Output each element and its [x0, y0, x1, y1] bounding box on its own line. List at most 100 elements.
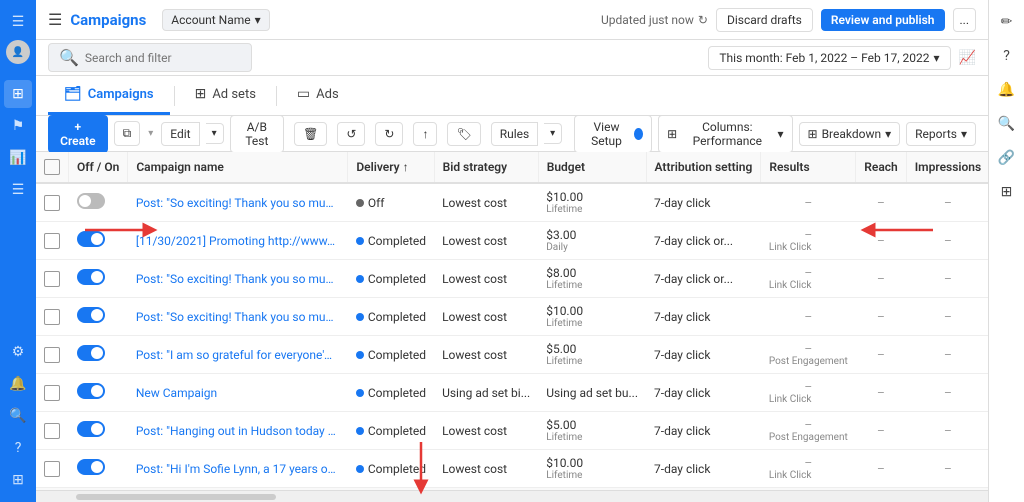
share-button[interactable]: ↑: [413, 122, 437, 146]
row-impressions-4: –: [906, 336, 988, 374]
undo-button[interactable]: ↺: [337, 122, 365, 146]
tag-button[interactable]: 🏷: [447, 122, 480, 146]
nav-grid-icon[interactable]: ⊞: [4, 80, 32, 108]
row-toggle-6[interactable]: [69, 412, 128, 450]
toggle-2[interactable]: [77, 269, 105, 285]
rules-button[interactable]: Rules: [491, 122, 538, 146]
row-checkbox-5[interactable]: [44, 385, 60, 401]
edit-button[interactable]: Edit: [161, 122, 199, 146]
search-input[interactable]: [85, 51, 241, 65]
nav-search-nav-icon[interactable]: 🔍: [4, 402, 32, 430]
row-toggle-5[interactable]: [69, 374, 128, 412]
th-impressions: Impressions: [906, 152, 988, 183]
nav-flag-icon[interactable]: ⚑: [4, 112, 32, 140]
top-bar: ☰ Campaigns Account Name ▾ Updated just …: [36, 0, 988, 40]
tab-adsets[interactable]: ⊞ Ad sets: [179, 76, 272, 115]
row-toggle-0[interactable]: [69, 183, 128, 222]
reports-button[interactable]: Reports ▾: [906, 122, 976, 146]
row-toggle-4[interactable]: [69, 336, 128, 374]
row-toggle-2[interactable]: [69, 260, 128, 298]
duplicate-button[interactable]: ⧉: [114, 121, 141, 146]
rs-link-icon[interactable]: 🔗: [993, 144, 1021, 172]
row-select-5: [36, 374, 69, 412]
nav-settings-icon[interactable]: ⚙: [4, 338, 32, 366]
nav-apps-icon[interactable]: ⊞: [4, 466, 32, 494]
row-results-3: –: [761, 298, 856, 336]
row-checkbox-0[interactable]: [44, 195, 60, 211]
row-name-7[interactable]: Post: "Hi I'm Sofie Lynn, a 17 years old…: [128, 450, 348, 488]
discard-button[interactable]: Discard drafts: [716, 8, 813, 32]
ab-test-button[interactable]: A/B Test: [230, 115, 284, 153]
rs-bell-icon[interactable]: 🔔: [993, 76, 1021, 104]
row-bid-4: Lowest cost: [434, 336, 538, 374]
toggle-4[interactable]: [77, 345, 105, 361]
horizontal-scrollbar[interactable]: [36, 490, 988, 502]
nav-help-icon[interactable]: ?: [4, 434, 32, 462]
row-name-2[interactable]: Post: "So exciting! Thank you so much Sp…: [128, 260, 348, 298]
row-name-6[interactable]: Post: "Hanging out in Hudson today at Oh…: [128, 412, 348, 450]
toggle-3[interactable]: [77, 307, 105, 323]
th-campaign-name[interactable]: Campaign name: [128, 152, 348, 183]
chart-icon[interactable]: 📈: [959, 50, 976, 66]
row-toggle-1[interactable]: [69, 222, 128, 260]
row-checkbox-2[interactable]: [44, 271, 60, 287]
row-checkbox-7[interactable]: [44, 461, 60, 477]
row-delivery-4: Completed: [348, 336, 434, 374]
rules-dropdown[interactable]: ▾: [544, 123, 562, 144]
hamburger-icon[interactable]: ☰: [48, 10, 62, 29]
tab-ads[interactable]: ▭ Ads: [281, 76, 355, 115]
row-checkbox-6[interactable]: [44, 423, 60, 439]
view-setup-button[interactable]: View Setup: [574, 115, 652, 153]
row-results-0: –: [761, 183, 856, 222]
campaigns-table-container[interactable]: Off / On Campaign name Delivery ↑ Bid st…: [36, 152, 988, 490]
row-reach-7: –: [856, 450, 906, 488]
rs-help-icon[interactable]: ?: [993, 42, 1021, 70]
row-name-4[interactable]: Post: "I am so grateful for everyone's s…: [128, 336, 348, 374]
nav-alert-icon[interactable]: 🔔: [4, 370, 32, 398]
rs-pencil-icon[interactable]: ✏: [993, 8, 1021, 36]
edit-dropdown[interactable]: ▾: [206, 123, 224, 144]
user-avatar[interactable]: 👤: [6, 40, 30, 64]
row-checkbox-1[interactable]: [44, 233, 60, 249]
row-name-3[interactable]: Post: "So exciting! Thank you so much Sp…: [128, 298, 348, 336]
more-options-button[interactable]: ...: [953, 8, 977, 32]
scroll-thumb[interactable]: [76, 494, 276, 500]
toggle-6[interactable]: [77, 421, 105, 437]
tab-campaigns[interactable]: 🗂 Campaigns: [48, 76, 170, 115]
row-toggle-7[interactable]: [69, 450, 128, 488]
rs-search-icon[interactable]: 🔍: [993, 110, 1021, 138]
create-button[interactable]: + Create: [48, 115, 108, 153]
nav-chart-icon[interactable]: 📊: [4, 144, 32, 172]
row-toggle-3[interactable]: [69, 298, 128, 336]
account-selector[interactable]: Account Name ▾: [162, 9, 269, 31]
row-checkbox-3[interactable]: [44, 309, 60, 325]
toggle-1[interactable]: [77, 231, 105, 247]
table-row: Post: "So exciting! Thank you so much Sp…: [36, 260, 988, 298]
toggle-7[interactable]: [77, 459, 105, 475]
toggle-0[interactable]: [77, 193, 105, 209]
row-budget-5: Using ad set bu...: [538, 374, 646, 412]
campaigns-table: Off / On Campaign name Delivery ↑ Bid st…: [36, 152, 988, 490]
row-name-1[interactable]: [11/30/2021] Promoting http://www.sofiel…: [128, 222, 348, 260]
select-all-checkbox[interactable]: [44, 159, 60, 175]
row-name-0[interactable]: Post: "So exciting! Thank you so much Sp…: [128, 183, 348, 222]
row-budget-7: $10.00 Lifetime: [538, 450, 646, 488]
row-checkbox-4[interactable]: [44, 347, 60, 363]
breakdown-button[interactable]: ⊞ Breakdown ▾: [799, 122, 901, 146]
nav-list-icon[interactable]: ☰: [4, 176, 32, 204]
columns-button[interactable]: ⊞ Columns: Performance ▾: [658, 115, 792, 153]
refresh-icon[interactable]: ↻: [698, 13, 708, 27]
delete-button[interactable]: 🗑: [294, 122, 327, 146]
table-row: Post: "Hi I'm Sofie Lynn, a 17 years old…: [36, 450, 988, 488]
th-delivery[interactable]: Delivery ↑: [348, 152, 434, 183]
breakdown-icon: ⊞: [808, 127, 818, 141]
redo-button[interactable]: ↻: [375, 122, 403, 146]
rs-grid-icon[interactable]: ⊞: [993, 178, 1021, 206]
row-name-5[interactable]: New Campaign: [128, 374, 348, 412]
search-box[interactable]: 🔍: [48, 43, 252, 72]
nav-menu-icon[interactable]: ☰: [4, 8, 32, 36]
update-status: Updated just now ↻: [601, 13, 708, 27]
review-publish-button[interactable]: Review and publish: [821, 9, 945, 31]
date-range-button[interactable]: This month: Feb 1, 2022 – Feb 17, 2022 ▾: [708, 46, 950, 70]
toggle-5[interactable]: [77, 383, 105, 399]
